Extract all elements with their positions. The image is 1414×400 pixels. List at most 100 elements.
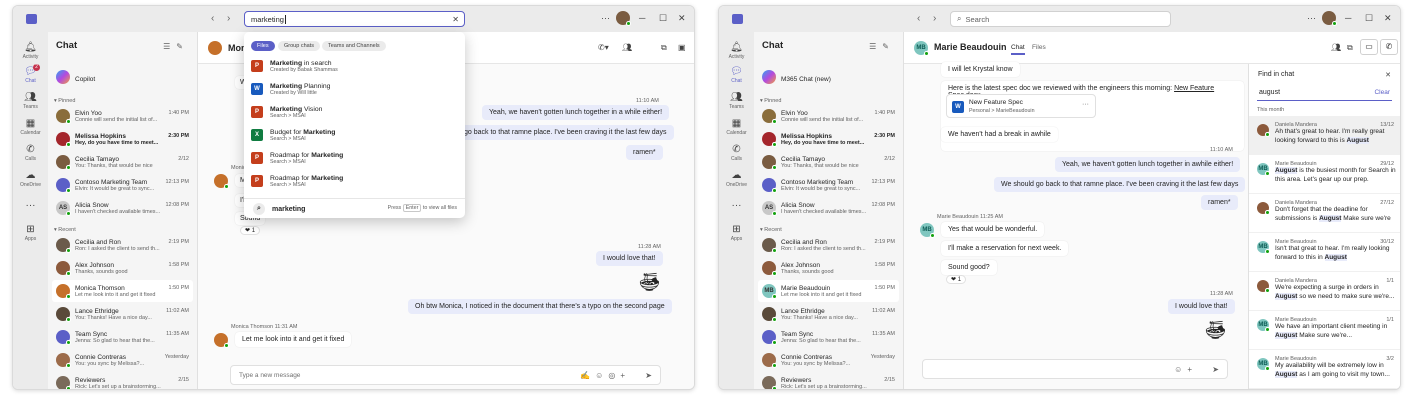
maximize-icon[interactable]: ☐ — [1365, 13, 1373, 24]
minimize-icon[interactable]: ─ — [1345, 13, 1351, 23]
send-icon[interactable]: ➤ — [645, 371, 652, 380]
compose-icon[interactable]: ✎ — [176, 42, 189, 51]
loop-icon[interactable]: ◎ — [608, 371, 620, 380]
chat-item[interactable]: Cecilia and Ron Ron: I asked the client … — [758, 234, 899, 256]
close-window-icon[interactable]: ✕ — [1384, 13, 1392, 24]
chat-item[interactable]: AS Alicia Snow I haven't checked availab… — [52, 197, 193, 219]
filter-icon[interactable]: ☰ — [869, 42, 882, 51]
chat-item[interactable]: Alex Johnson Thanks, sounds good 1:58 PM — [758, 257, 899, 279]
chat-item[interactable]: Reviewers Rick: Let's set up a brainstor… — [52, 372, 193, 389]
panel-icon[interactable]: ▣ — [678, 43, 686, 52]
more-apps-icon[interactable]: ··· — [13, 200, 48, 212]
chat-item[interactable]: Contoso Marketing Team Elvin: It would b… — [758, 174, 899, 196]
find-result[interactable]: MB Marie Beaudouin 29/12 August is the b… — [1249, 155, 1400, 194]
clear-search-icon[interactable]: ✕ — [452, 15, 459, 24]
close-panel-icon[interactable]: ✕ — [1385, 71, 1391, 79]
send-icon[interactable]: ➤ — [1212, 365, 1219, 374]
filter-icon[interactable]: ☰ — [163, 42, 176, 51]
chat-item[interactable]: Alex Johnson Thanks, sounds good 1:58 PM — [52, 257, 193, 279]
recent-section-label[interactable]: ▾ Recent — [760, 227, 782, 233]
profile-avatar[interactable] — [616, 11, 631, 26]
add-icon[interactable]: + — [1187, 365, 1197, 374]
search-result-file[interactable]: P Roadmap for Marketing Search > MSAI — [251, 171, 456, 191]
pinned-section-label[interactable]: ▾ Pinned — [54, 98, 75, 104]
rail-chat[interactable]: 💬︎ 2 Chat — [13, 64, 48, 84]
rail-calls[interactable]: ✆ Calls — [13, 144, 48, 162]
people-icon[interactable]: 👥︎ — [622, 43, 632, 52]
search-result-file[interactable]: P Roadmap for Marketing Search > MSAI — [251, 148, 456, 168]
share-icon[interactable]: ⧉ — [1347, 43, 1353, 53]
search-result-file[interactable]: P Marketing Vision Search > MSAI — [251, 102, 456, 122]
more-options-icon[interactable]: ··· — [601, 13, 610, 23]
tab-chat[interactable]: Chat — [1011, 44, 1025, 55]
rail-apps[interactable]: ⊞ Apps — [13, 224, 48, 242]
chat-item[interactable]: Team Sync Jenna: So glad to hear that th… — [758, 326, 899, 348]
copilot-item[interactable]: M365 Chat (new) — [758, 66, 899, 88]
back-arrow-icon[interactable]: ‹ — [917, 13, 920, 24]
reaction-heart[interactable]: ❤ 1 — [240, 226, 261, 235]
close-window-icon[interactable]: ✕ — [678, 13, 686, 24]
chat-item[interactable]: Lance Ethridge You: Thanks! Have a nice … — [52, 303, 193, 325]
chat-item[interactable]: Cecilia Tamayo You: Thanks, that would b… — [52, 151, 193, 173]
rail-onedrive[interactable]: ☁︎ OneDrive — [719, 170, 754, 188]
rail-chat[interactable]: 💬︎ Chat — [719, 66, 754, 84]
message-composer[interactable]: Type a new message ✍☺◎+ ➤ — [230, 365, 661, 385]
forward-arrow-icon[interactable]: › — [227, 13, 230, 24]
rail-teams[interactable]: 👥︎ Teams — [719, 92, 754, 110]
search-result-file[interactable]: X Budget for Marketing Search > MSAI — [251, 125, 456, 145]
rail-calendar[interactable]: ▦ Calendar — [13, 118, 48, 136]
compose-icon[interactable]: ✎ — [882, 42, 895, 51]
chat-item[interactable]: AS Alicia Snow I haven't checked availab… — [758, 197, 899, 219]
rail-teams[interactable]: 👥︎ Teams — [13, 92, 48, 110]
clear-find-button[interactable]: Clear — [1374, 89, 1390, 96]
tab-files[interactable]: Files — [1032, 44, 1046, 51]
chat-item[interactable]: Lance Ethridge You: Thanks! Have a nice … — [758, 303, 899, 325]
find-result[interactable]: MB Marie Beaudouin 30/12 Isn't that grea… — [1249, 233, 1400, 272]
find-result[interactable]: Daniela Mandera 1/1 We're expecting a su… — [1249, 272, 1400, 311]
find-input[interactable]: august Clear — [1257, 87, 1392, 101]
call-icon[interactable]: ✆ — [1380, 39, 1398, 55]
chat-item[interactable]: Connie Contreras You: you sync by Meliss… — [52, 349, 193, 371]
chat-item[interactable]: Cecilia and Ron Ron: I asked the client … — [52, 234, 193, 256]
add-icon[interactable]: + — [620, 371, 630, 380]
emoji-icon[interactable]: ☺ — [595, 371, 608, 380]
chat-item[interactable]: Connie Contreras You: you sync by Meliss… — [758, 349, 899, 371]
share-icon[interactable]: ⧉ — [661, 43, 667, 53]
filter-group-chats[interactable]: Group chats — [278, 41, 320, 51]
rail-apps[interactable]: ⊞ Apps — [719, 224, 754, 242]
chat-item[interactable]: MB Marie Beaudouin Let me look into it a… — [758, 280, 899, 302]
chat-item[interactable]: Reviewers Rick: Let's set up a brainstor… — [758, 372, 899, 389]
message-composer[interactable]: ☺+ ➤ — [922, 359, 1228, 379]
search-input[interactable]: ⌕ Search — [950, 11, 1171, 27]
rail-activity[interactable]: 🔔︎ Activity — [13, 42, 48, 60]
chat-item[interactable]: Contoso Marketing Team Elvin: It would b… — [52, 174, 193, 196]
back-arrow-icon[interactable]: ‹ — [211, 13, 214, 24]
search-result-file[interactable]: W Marketing Planning Created by Will lit… — [251, 79, 456, 99]
chat-item[interactable]: Team Sync Jenna: So glad to hear that th… — [52, 326, 193, 348]
forward-arrow-icon[interactable]: › — [933, 13, 936, 24]
filter-files[interactable]: Files — [251, 41, 275, 51]
chat-item[interactable]: Cecilia Tamayo You: Thanks, that would b… — [758, 151, 899, 173]
chat-item[interactable]: Melissa Hopkins Hey, do you have time to… — [52, 128, 193, 150]
reaction-heart[interactable]: ❤ 1 — [946, 275, 967, 284]
filter-teams-channels[interactable]: Teams and Channels — [322, 41, 386, 51]
call-icon[interactable]: ✆▾ — [598, 43, 609, 52]
people-icon[interactable]: 👥︎ — [1331, 43, 1341, 52]
emoji-icon[interactable]: ☺ — [1174, 365, 1187, 374]
chat-item[interactable]: Elvin Yoo Connie will send the initial l… — [52, 105, 193, 127]
maximize-icon[interactable]: ☐ — [659, 13, 667, 24]
more-options-icon[interactable]: ··· — [1307, 13, 1316, 23]
profile-avatar[interactable] — [1322, 11, 1337, 26]
rail-activity[interactable]: 🔔︎ Activity — [719, 42, 754, 60]
more-options-icon[interactable]: ··· — [1082, 101, 1089, 108]
minimize-icon[interactable]: ─ — [639, 13, 645, 23]
file-card[interactable]: W New Feature Spec Personal > MarieBeaud… — [946, 94, 1096, 118]
rail-onedrive[interactable]: ☁︎ OneDrive — [13, 170, 48, 188]
rail-calls[interactable]: ✆ Calls — [719, 144, 754, 162]
find-result[interactable]: MB Marie Beaudouin 1/1 We have an import… — [1249, 311, 1400, 350]
chat-item[interactable]: Melissa Hopkins Hey, do you have time to… — [758, 128, 899, 150]
pinned-section-label[interactable]: ▾ Pinned — [760, 98, 781, 104]
video-call-icon[interactable]: ▭ — [1360, 39, 1378, 55]
search-input[interactable]: marketing ✕ — [244, 11, 465, 27]
search-result-file[interactable]: P Marketing in search Created by Babak S… — [251, 56, 456, 76]
